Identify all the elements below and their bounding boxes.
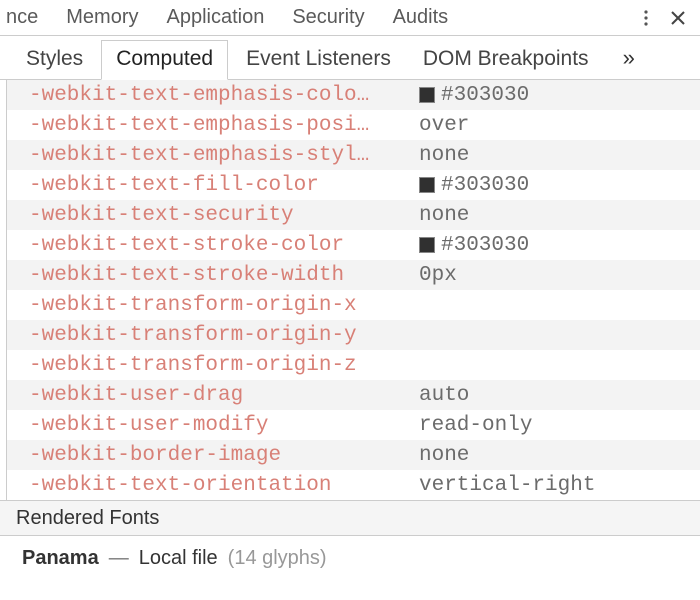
property-name: -webkit-text-fill-color: [29, 174, 419, 197]
computed-properties-list: -webkit-text-emphasis-colo…#303030-webki…: [6, 80, 700, 500]
property-name: -webkit-user-modify: [29, 414, 419, 437]
property-value: read-only: [419, 414, 532, 437]
property-value: none: [419, 444, 469, 467]
property-row[interactable]: -webkit-transform-origin-z: [7, 350, 700, 380]
property-name: -webkit-text-stroke-width: [29, 264, 419, 287]
property-name: -webkit-transform-origin-z: [29, 354, 419, 377]
property-name: -webkit-text-stroke-color: [29, 234, 419, 257]
property-row[interactable]: -webkit-user-dragauto: [7, 380, 700, 410]
color-swatch[interactable]: [419, 237, 435, 253]
property-name: -webkit-text-emphasis-styl…: [29, 144, 419, 167]
property-name: -webkit-border-image: [29, 444, 419, 467]
property-value: #303030: [419, 234, 529, 257]
tab-event-listeners[interactable]: Event Listeners: [232, 41, 405, 79]
property-name: -webkit-text-emphasis-colo…: [29, 84, 419, 107]
property-name: -webkit-text-orientation: [29, 474, 419, 497]
font-name: Panama: [22, 547, 99, 570]
main-tab[interactable]: Memory: [52, 0, 152, 35]
property-row[interactable]: -webkit-user-modifyread-only: [7, 410, 700, 440]
separator: —: [109, 547, 129, 570]
property-value: none: [419, 144, 469, 167]
property-row[interactable]: -webkit-text-securitynone: [7, 200, 700, 230]
color-swatch[interactable]: [419, 87, 435, 103]
property-value: 0px: [419, 264, 457, 287]
property-row[interactable]: -webkit-border-imagenone: [7, 440, 700, 470]
property-name: -webkit-transform-origin-x: [29, 294, 419, 317]
sidebar-subtabs: Styles Computed Event Listeners DOM Brea…: [0, 36, 700, 80]
main-tab[interactable]: Security: [278, 0, 378, 35]
main-tab[interactable]: Audits: [379, 0, 463, 35]
more-tabs-icon[interactable]: »: [615, 39, 643, 79]
main-tab[interactable]: nce: [6, 0, 52, 35]
rendered-fonts-header: Rendered Fonts: [0, 500, 700, 536]
overflow-menu-icon[interactable]: [630, 2, 662, 34]
color-swatch[interactable]: [419, 177, 435, 193]
main-tab[interactable]: Application: [152, 0, 278, 35]
property-row[interactable]: -webkit-text-fill-color#303030: [7, 170, 700, 200]
property-row[interactable]: -webkit-text-orientationvertical-right: [7, 470, 700, 500]
property-row[interactable]: -webkit-transform-origin-y: [7, 320, 700, 350]
tab-styles[interactable]: Styles: [12, 41, 97, 79]
property-name: -webkit-transform-origin-y: [29, 324, 419, 347]
property-value: auto: [419, 384, 469, 407]
close-icon[interactable]: [662, 2, 694, 34]
property-value: #303030: [419, 84, 529, 107]
property-name: -webkit-text-emphasis-posi…: [29, 114, 419, 137]
property-row[interactable]: -webkit-text-emphasis-posi…over: [7, 110, 700, 140]
property-value: over: [419, 114, 469, 137]
property-row[interactable]: -webkit-text-emphasis-styl…none: [7, 140, 700, 170]
font-glyphs: (14 glyphs): [228, 547, 327, 570]
property-value: vertical-right: [419, 474, 595, 497]
property-value: #303030: [419, 174, 529, 197]
font-source: Local file: [139, 547, 218, 570]
property-value: none: [419, 204, 469, 227]
main-tabs-bar: nce Memory Application Security Audits: [0, 0, 700, 36]
property-row[interactable]: -webkit-text-stroke-width0px: [7, 260, 700, 290]
tab-computed[interactable]: Computed: [101, 40, 228, 80]
rendered-font-row: Panama — Local file (14 glyphs): [0, 536, 700, 580]
property-row[interactable]: -webkit-text-emphasis-colo…#303030: [7, 80, 700, 110]
property-name: -webkit-text-security: [29, 204, 419, 227]
property-name: -webkit-user-drag: [29, 384, 419, 407]
tab-dom-breakpoints[interactable]: DOM Breakpoints: [409, 41, 603, 79]
property-row[interactable]: -webkit-transform-origin-x: [7, 290, 700, 320]
property-row[interactable]: -webkit-text-stroke-color#303030: [7, 230, 700, 260]
